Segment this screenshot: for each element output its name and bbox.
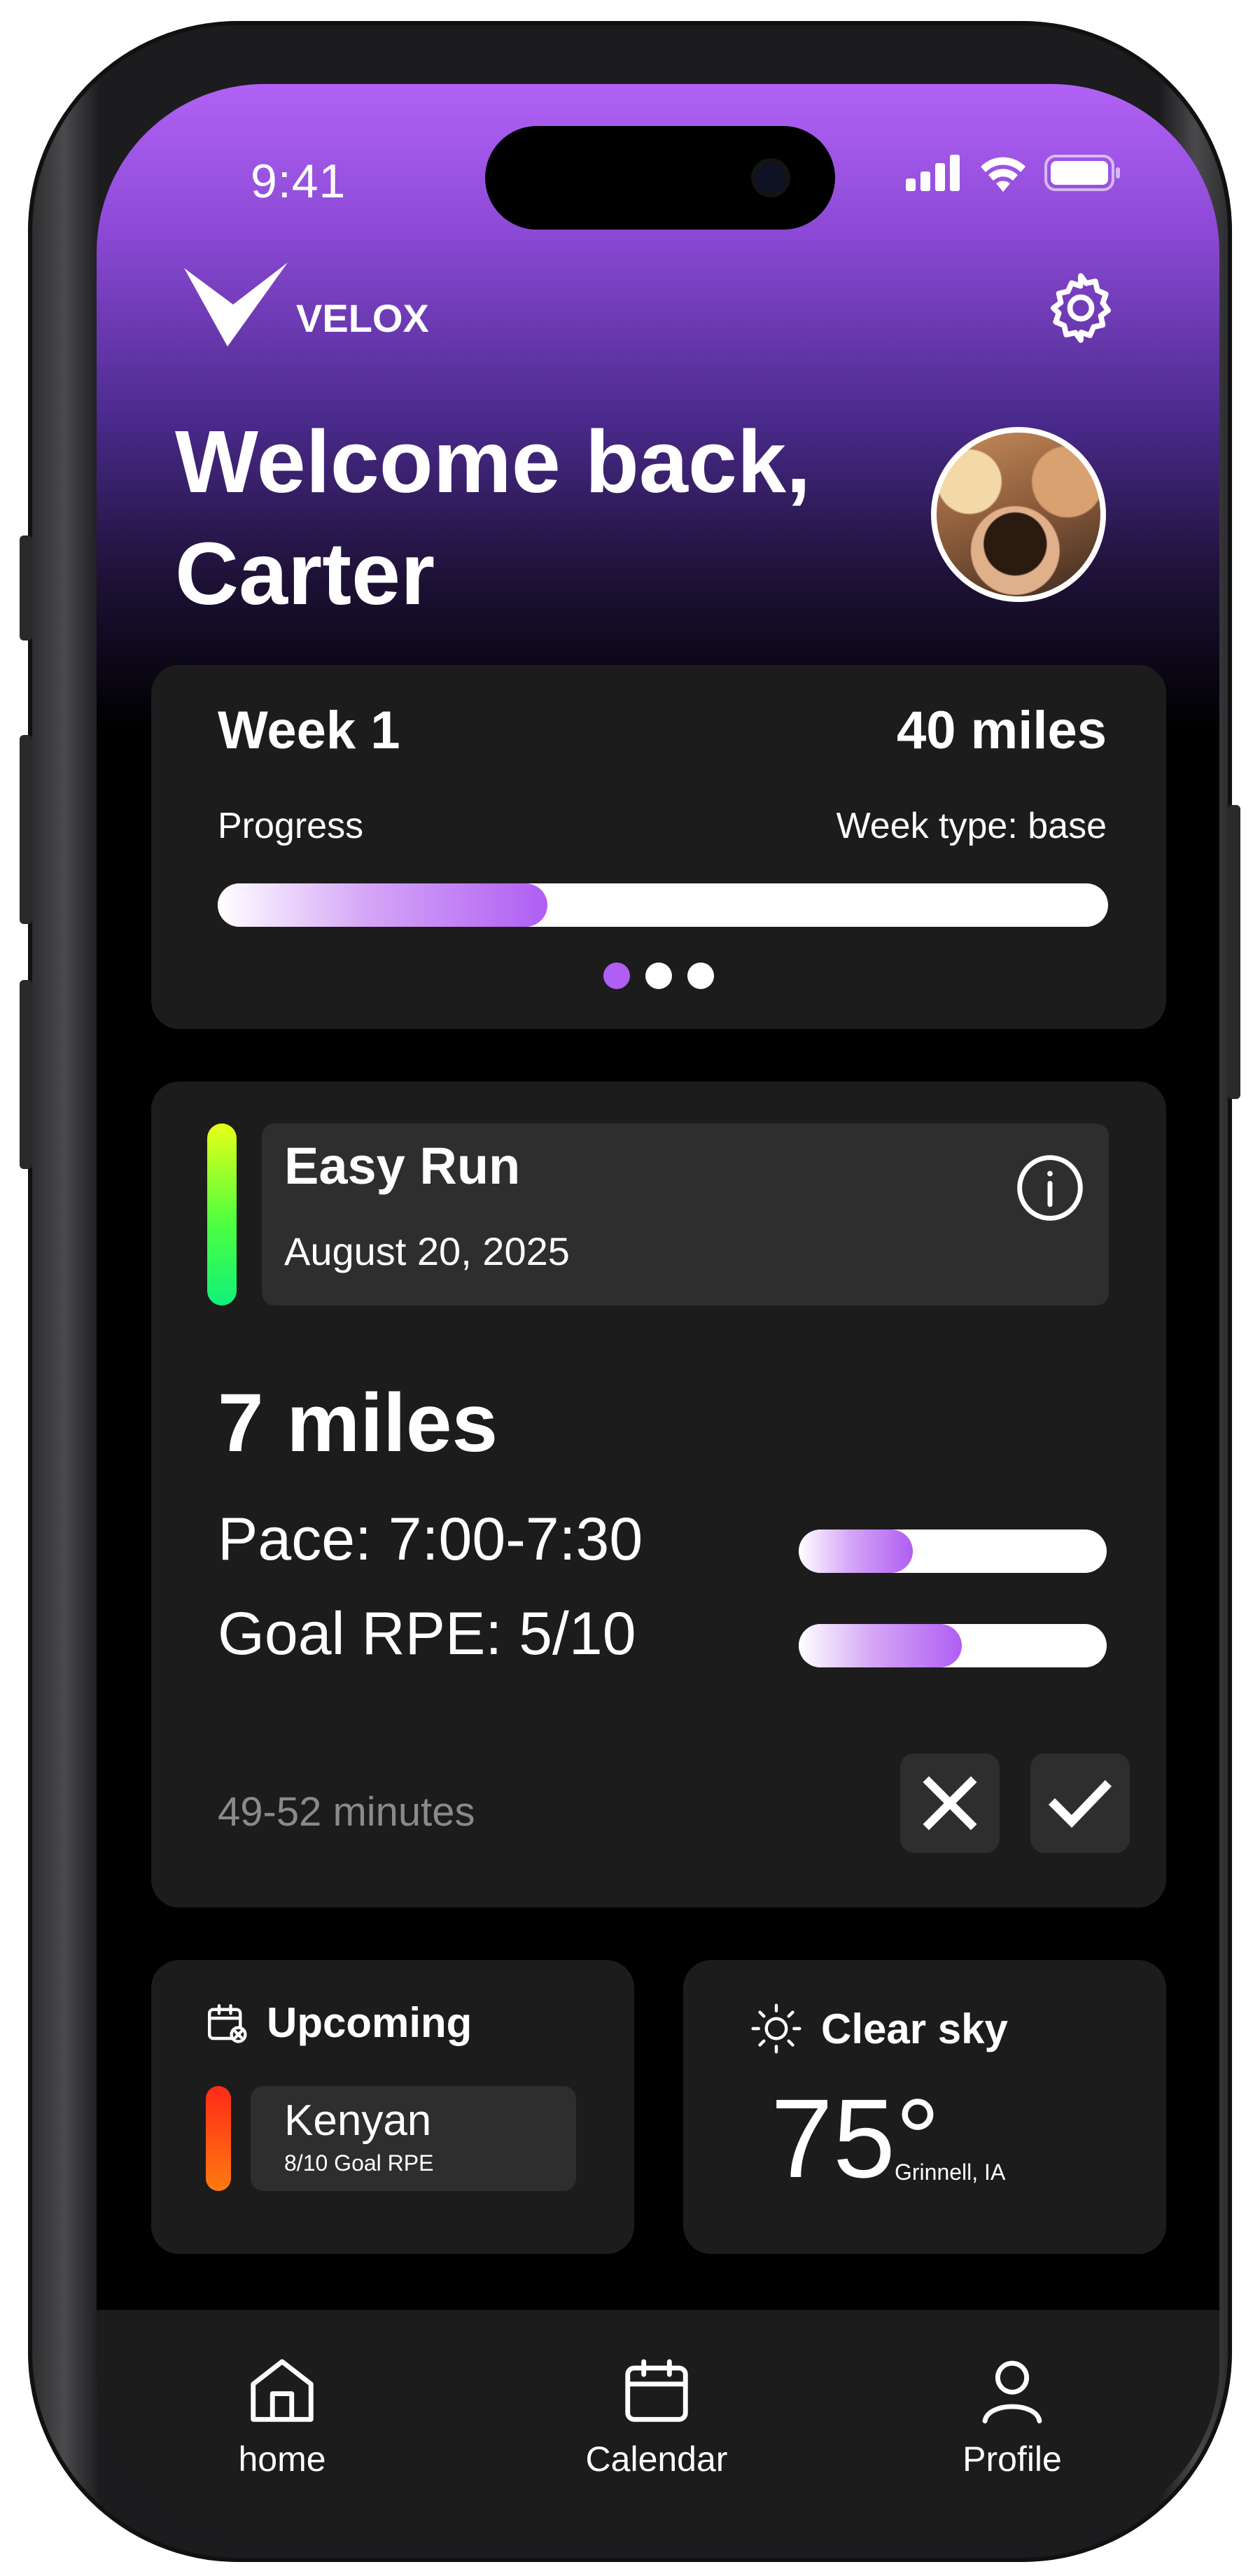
battery-icon: [1044, 154, 1121, 192]
upcoming-workout-name: Kenyan: [284, 2096, 432, 2145]
upcoming-header: Upcoming: [204, 1998, 472, 2047]
upcoming-title: Upcoming: [267, 1999, 472, 2046]
welcome-line-1: Welcome back,: [175, 412, 811, 511]
velox-logo-icon: [184, 262, 289, 346]
phone-frame: 9:41 VELOX Welcome back, Carter Week 1 4…: [20, 21, 1240, 2562]
complete-workout-button[interactable]: [1030, 1754, 1130, 1853]
rpe-bar-fill: [799, 1624, 962, 1667]
tab-calendar[interactable]: Calendar: [552, 2352, 762, 2479]
calendar-clock-icon: [204, 2000, 250, 2046]
week-mileage: 40 miles: [897, 701, 1107, 760]
app-screen: 9:41 VELOX Welcome back, Carter Week 1 4…: [97, 84, 1219, 2534]
calendar-icon: [618, 2352, 695, 2429]
profile-avatar[interactable]: [931, 427, 1106, 602]
pace-bar-fill: [799, 1530, 913, 1573]
weather-condition: Clear sky: [821, 2005, 1008, 2052]
sun-icon: [750, 2002, 803, 2055]
workout-duration: 49-52 minutes: [218, 1789, 475, 1835]
page-indicator[interactable]: [151, 962, 1166, 989]
rpe-bar: [799, 1624, 1107, 1667]
week-title: Week 1: [218, 701, 400, 760]
page-dot-3[interactable]: [687, 962, 714, 989]
progress-label: Progress: [218, 806, 364, 846]
weather-card: Clear sky 75° Grinnell, IA: [683, 1960, 1166, 2254]
weather-city: Grinnell, IA: [895, 2160, 1006, 2185]
volume-up-button: [20, 735, 32, 924]
workout-card: Easy Run August 20, 2025 7 miles Pace: 7…: [151, 1082, 1166, 1907]
week-type-label: Week type: base: [836, 806, 1107, 846]
skip-workout-button[interactable]: [900, 1754, 1000, 1853]
power-button: [1228, 805, 1240, 1099]
week-progress-fill: [218, 883, 547, 927]
workout-header: Easy Run August 20, 2025: [262, 1124, 1109, 1306]
intensity-indicator: [207, 1124, 237, 1306]
week-summary-card[interactable]: Week 1 40 miles Progress Week type: base: [151, 665, 1166, 1029]
workout-distance: 7 miles: [218, 1377, 498, 1469]
tab-profile-label: Profile: [962, 2440, 1062, 2479]
info-button[interactable]: [1014, 1152, 1086, 1224]
brand-name: VELOX: [296, 296, 429, 340]
info-icon: [1014, 1152, 1086, 1224]
page-dot-2[interactable]: [645, 962, 672, 989]
signal-icon: [906, 155, 962, 191]
home-icon: [244, 2352, 321, 2429]
page-dot-1[interactable]: [603, 962, 630, 989]
pace-bar: [799, 1530, 1107, 1573]
upcoming-workout-rpe: 8/10 Goal RPE: [284, 2150, 434, 2176]
gear-icon: [1040, 267, 1121, 349]
welcome-heading: Welcome back, Carter: [175, 406, 945, 630]
status-icons: [906, 154, 1121, 192]
tab-home-label: home: [238, 2440, 326, 2479]
wifi-icon: [979, 154, 1028, 192]
tab-profile[interactable]: Profile: [907, 2352, 1117, 2479]
close-icon: [918, 1772, 981, 1835]
tab-calendar-label: Calendar: [585, 2440, 728, 2479]
tab-home[interactable]: home: [177, 2352, 387, 2479]
volume-down-button: [20, 980, 32, 1169]
app-logo: VELOX: [184, 262, 429, 346]
workout-date: August 20, 2025: [284, 1229, 570, 1273]
status-time: 9:41: [251, 155, 346, 208]
upcoming-workout[interactable]: Kenyan 8/10 Goal RPE: [251, 2086, 576, 2191]
upcoming-card[interactable]: Upcoming Kenyan 8/10 Goal RPE: [151, 1960, 634, 2254]
tab-bar: home Calendar Profile: [97, 2310, 1219, 2534]
upcoming-intensity-indicator: [206, 2086, 231, 2191]
settings-button[interactable]: [1040, 267, 1121, 349]
checkmark-icon: [1046, 1770, 1114, 1837]
person-icon: [974, 2352, 1051, 2429]
action-button: [20, 536, 32, 640]
week-progress-bar: [218, 883, 1108, 927]
pace-label: Pace: 7:00-7:30: [218, 1506, 643, 1573]
weather-header: Clear sky: [750, 2002, 1008, 2055]
dynamic-island: [485, 126, 835, 230]
welcome-line-2: Carter: [175, 524, 435, 623]
workout-title: Easy Run: [284, 1137, 521, 1195]
rpe-label: Goal RPE: 5/10: [218, 1600, 636, 1667]
